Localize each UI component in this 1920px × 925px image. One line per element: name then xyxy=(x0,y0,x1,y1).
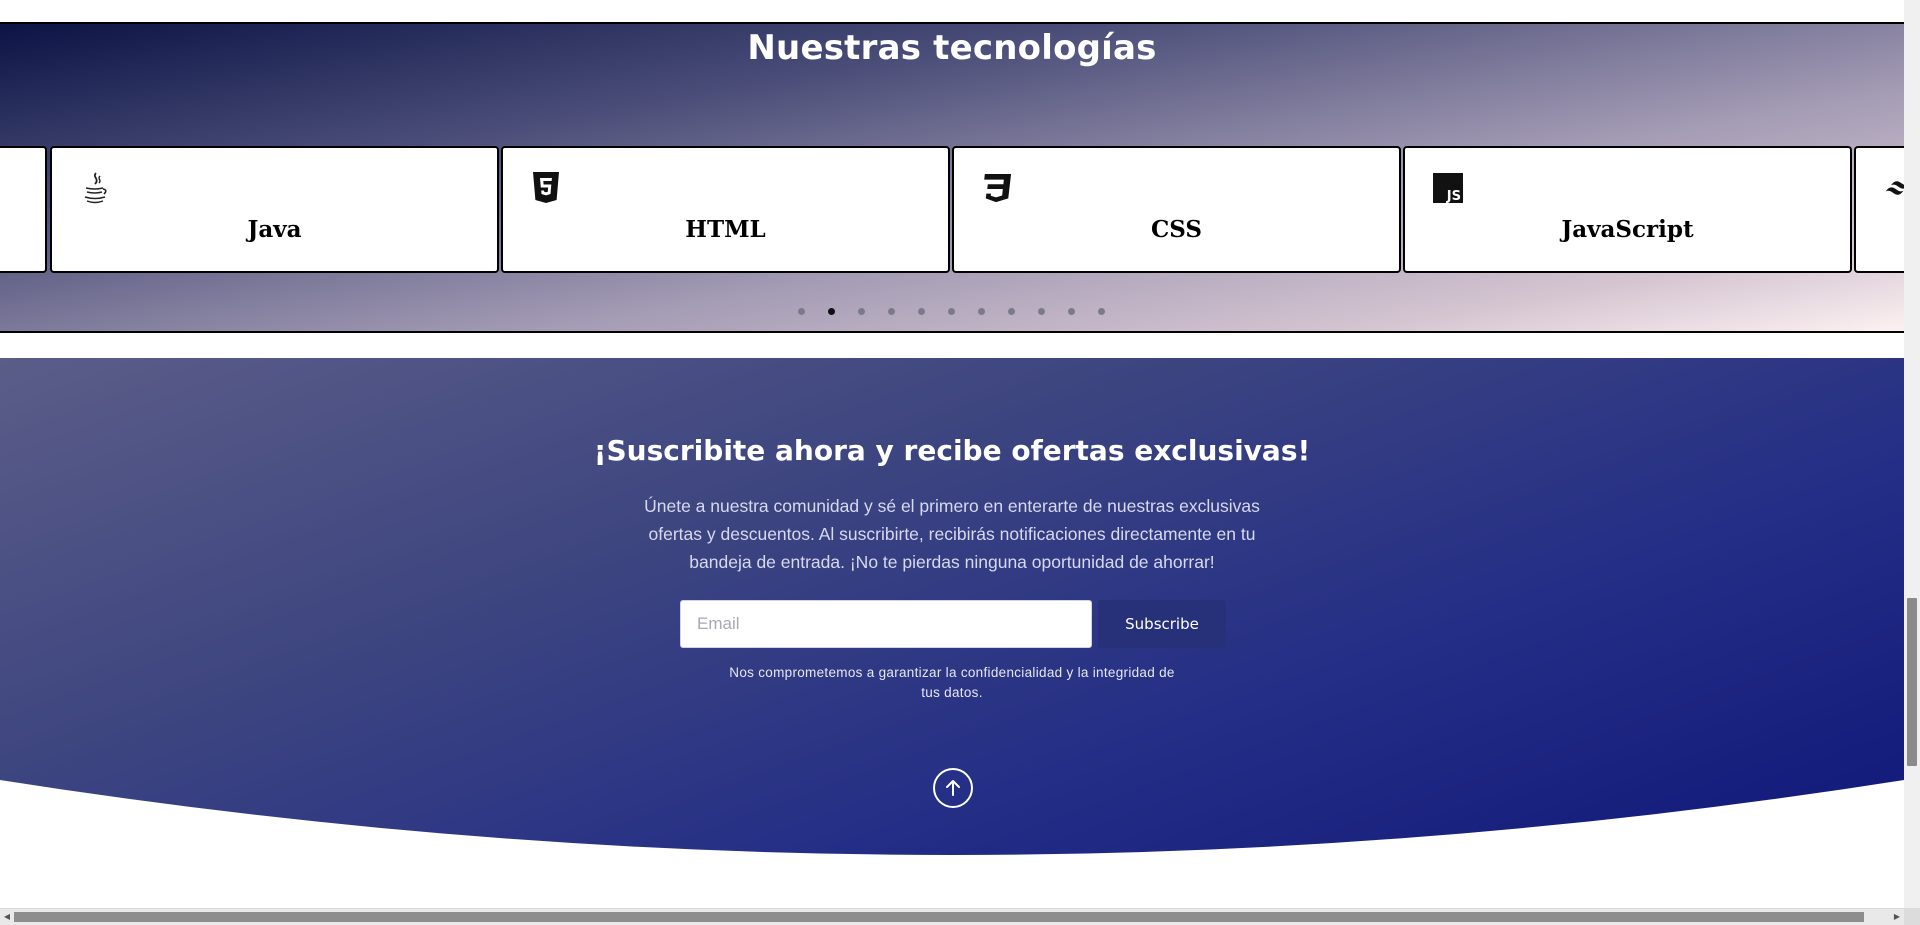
carousel-dot[interactable] xyxy=(1098,308,1105,315)
subscribe-button[interactable]: Subscribe xyxy=(1098,600,1226,648)
tailwind-icon xyxy=(1884,172,1904,204)
technologies-title: Nuestras tecnologías xyxy=(747,28,1157,68)
subscribe-section: ¡Suscribite ahora y recibe ofertas exclu… xyxy=(0,358,1904,870)
subscribe-description: Únete a nuestra comunidad y sé el primer… xyxy=(644,496,1260,572)
tech-card-partial-right[interactable] xyxy=(1854,146,1904,273)
carousel-dot[interactable] xyxy=(978,308,985,315)
scrollbar-corner xyxy=(1904,908,1920,925)
privacy-note: Nos comprometemos a garantizar la confid… xyxy=(729,665,1175,700)
tech-card-label: JavaScript xyxy=(1561,216,1694,243)
scroll-to-top-button[interactable] xyxy=(933,768,973,808)
tech-card-label: Java xyxy=(247,216,302,243)
tech-card-partial-left[interactable] xyxy=(0,146,47,273)
carousel-dot[interactable] xyxy=(918,308,925,315)
carousel-dot[interactable] xyxy=(1008,308,1015,315)
tech-card-java[interactable]: Java xyxy=(50,146,499,273)
carousel-pagination xyxy=(0,308,1904,320)
tech-card-html[interactable]: HTML xyxy=(501,146,950,273)
tech-card-label: CSS xyxy=(1150,216,1203,243)
tech-card-javascript[interactable]: JS JavaScript xyxy=(1403,146,1852,273)
carousel-dot[interactable] xyxy=(798,308,805,315)
scroll-right-icon[interactable]: ▶ xyxy=(1892,912,1902,922)
vertical-scrollbar[interactable] xyxy=(1904,0,1920,908)
subscribe-title: ¡Suscribite ahora y recibe ofertas exclu… xyxy=(593,434,1311,467)
horizontal-scrollbar-thumb[interactable] xyxy=(14,912,1864,922)
horizontal-scrollbar[interactable]: ◀ ▶ xyxy=(0,908,1920,925)
scroll-left-icon[interactable]: ◀ xyxy=(2,912,12,922)
carousel-dot[interactable] xyxy=(888,308,895,315)
carousel-dot-active[interactable] xyxy=(828,308,835,315)
carousel-dot[interactable] xyxy=(1068,308,1075,315)
html5-icon xyxy=(531,172,561,204)
arrow-up-icon xyxy=(946,780,960,796)
carousel-dot[interactable] xyxy=(858,308,865,315)
vertical-scrollbar-thumb[interactable] xyxy=(1907,598,1917,766)
tech-card-label: HTML xyxy=(685,216,766,243)
tech-card-css[interactable]: CSS xyxy=(952,146,1401,273)
java-icon xyxy=(80,172,110,204)
javascript-icon: JS xyxy=(1433,172,1463,204)
carousel-dot[interactable] xyxy=(948,308,955,315)
email-input[interactable] xyxy=(680,600,1092,648)
carousel-dot[interactable] xyxy=(1038,308,1045,315)
technologies-section: Nuestras tecnologías Java HTML CSS JS Ja… xyxy=(0,22,1904,333)
svg-text:JS: JS xyxy=(1446,189,1461,204)
css3-icon xyxy=(982,172,1012,204)
